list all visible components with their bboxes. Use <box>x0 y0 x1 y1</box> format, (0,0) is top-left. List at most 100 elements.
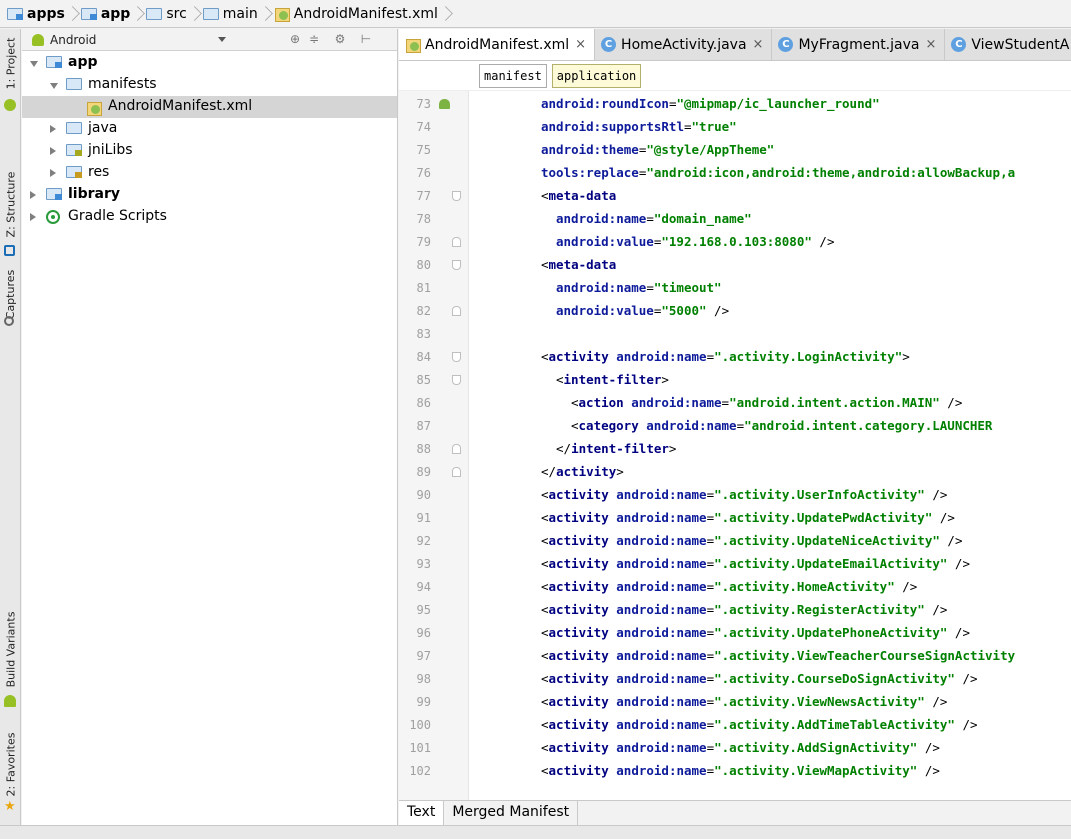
favorites-tool-tab[interactable]: 2: Favorites <box>0 729 21 799</box>
editor-tab[interactable]: C ViewStudentA <box>945 29 1071 60</box>
project-panel: Android ⊕ ≑ ⚙ ⊢ app manifests AndroidManif… <box>22 29 398 825</box>
chevron-down-icon[interactable] <box>218 37 226 42</box>
folder-icon <box>146 7 163 20</box>
folder-icon <box>46 188 62 200</box>
code-token: /> <box>947 625 970 640</box>
breadcrumb-item[interactable]: main <box>200 3 261 25</box>
folder-icon <box>80 7 97 20</box>
line-number: 84 <box>416 350 431 364</box>
tree-item[interactable]: app <box>22 52 397 74</box>
code-line: 75 android:theme="@style/AppTheme" <box>399 139 1071 162</box>
collapsed-arrow-icon[interactable] <box>30 213 36 221</box>
editor-mode-tab[interactable]: Text <box>399 801 445 825</box>
build-variants-tool-tab[interactable]: Build Variants <box>0 604 21 694</box>
collapsed-arrow-icon[interactable] <box>50 169 56 177</box>
tree-item[interactable]: library <box>22 184 397 206</box>
tree-item[interactable]: res <box>22 162 397 184</box>
code-token: ".activity.ViewTeacherCourseSignActivity <box>714 648 1016 663</box>
code-token: activity <box>548 694 617 709</box>
structure-tool-tab[interactable]: Z: Structure <box>0 169 21 239</box>
editor-tab[interactable]: C MyFragment.java × <box>772 29 946 60</box>
hide-panel-icon[interactable]: ⊢ <box>359 32 373 46</box>
close-icon[interactable]: × <box>753 37 764 52</box>
project-view-selector[interactable]: Android <box>50 33 96 47</box>
chevron-right-icon <box>190 3 198 25</box>
code-token: = <box>706 510 715 525</box>
editor-mode-tab[interactable]: Merged Manifest <box>444 801 579 825</box>
code-text: <meta-data <box>541 188 616 203</box>
editor-tab-label: AndroidManifest.xml <box>425 36 570 53</box>
code-token: activity <box>548 579 617 594</box>
collapsed-arrow-icon[interactable] <box>30 191 36 199</box>
breadcrumb-item[interactable]: app <box>78 3 134 25</box>
code-token: android:name <box>616 510 707 525</box>
xml-crumb[interactable]: application <box>551 64 642 88</box>
fold-open-icon[interactable] <box>452 260 461 270</box>
code-token: activity <box>548 740 617 755</box>
line-number: 79 <box>416 235 431 249</box>
code-token: < <box>556 372 564 387</box>
code-token: < <box>541 648 549 663</box>
close-icon[interactable]: × <box>575 37 586 52</box>
breadcrumb-item[interactable]: src <box>143 3 189 25</box>
code-token: ".activity.UpdateEmailActivity" <box>714 556 948 571</box>
code-text: android:name="timeout" <box>556 280 722 295</box>
expanded-arrow-icon[interactable] <box>50 83 58 89</box>
collapsed-arrow-icon[interactable] <box>50 125 56 133</box>
captures-tool-tab[interactable]: Captures <box>0 264 21 324</box>
project-tool-tab[interactable]: 1: Project <box>0 33 21 93</box>
tree-item[interactable]: java <box>22 118 397 140</box>
fold-close-icon[interactable] <box>452 306 461 316</box>
breadcrumb-label: app <box>100 5 131 22</box>
fold-close-icon[interactable] <box>452 467 461 477</box>
code-token: android:name <box>616 625 707 640</box>
gear-icon[interactable]: ⚙ <box>333 32 347 46</box>
line-number: 91 <box>416 511 431 525</box>
editor-tab[interactable]: AndroidManifest.xml × <box>399 29 596 60</box>
code-token: ".activity.RegisterActivity" <box>714 602 925 617</box>
collapsed-arrow-icon[interactable] <box>50 147 56 155</box>
code-token: "192.168.0.103:8080" <box>661 234 812 249</box>
breadcrumb-item[interactable]: AndroidManifest.xml <box>271 3 441 25</box>
expanded-arrow-icon[interactable] <box>30 61 38 67</box>
tree-item-label: manifests <box>88 76 157 92</box>
code-text: android:name="domain_name" <box>556 211 752 226</box>
code-token: /> <box>924 694 948 709</box>
tree-item[interactable]: manifests <box>22 74 397 96</box>
code-token: = <box>706 533 715 548</box>
code-token: /> <box>894 579 918 594</box>
code-token: android:name <box>616 579 707 594</box>
sync-icon[interactable]: ⊕ <box>288 32 302 46</box>
fold-open-icon[interactable] <box>452 352 461 362</box>
fold-close-icon[interactable] <box>452 444 461 454</box>
fold-open-icon[interactable] <box>452 375 461 385</box>
code-token: intent-filter <box>563 372 662 387</box>
code-token: android:name <box>616 349 707 364</box>
code-token: android:name <box>616 648 707 663</box>
tree-item[interactable]: jniLibs <box>22 140 397 162</box>
code-token: /> <box>706 303 730 318</box>
code-token: = <box>706 349 715 364</box>
code-text: android:roundIcon="@mipmap/ic_launcher_r… <box>541 96 880 111</box>
code-token: "timeout" <box>653 280 722 295</box>
fold-close-icon[interactable] <box>452 237 461 247</box>
android-icon <box>439 99 450 109</box>
editor-tab[interactable]: C HomeActivity.java × <box>595 29 773 60</box>
fold-open-icon[interactable] <box>452 191 461 201</box>
code-editor[interactable]: 73 android:roundIcon="@mipmap/ic_launcher… <box>399 91 1071 800</box>
tree-item[interactable]: Gradle Scripts <box>22 206 397 228</box>
code-line: 98 <activity android:name=".activity.Cour… <box>399 668 1071 691</box>
tree-item[interactable]: AndroidManifest.xml <box>22 96 397 118</box>
code-token: < <box>541 740 549 755</box>
code-text: <meta-data <box>541 257 616 272</box>
code-token: /> <box>947 556 970 571</box>
code-token: /> <box>811 234 835 249</box>
breadcrumb-item[interactable]: apps <box>4 3 68 25</box>
code-token: /> <box>954 671 978 686</box>
code-token: activity <box>548 625 617 640</box>
collapse-icon[interactable]: ≑ <box>307 32 321 46</box>
code-text: <activity android:name=".activity.Course… <box>541 671 978 686</box>
close-icon[interactable]: × <box>925 37 936 52</box>
xml-crumb[interactable]: manifest <box>479 64 547 88</box>
code-line: 80 <meta-data <box>399 254 1071 277</box>
